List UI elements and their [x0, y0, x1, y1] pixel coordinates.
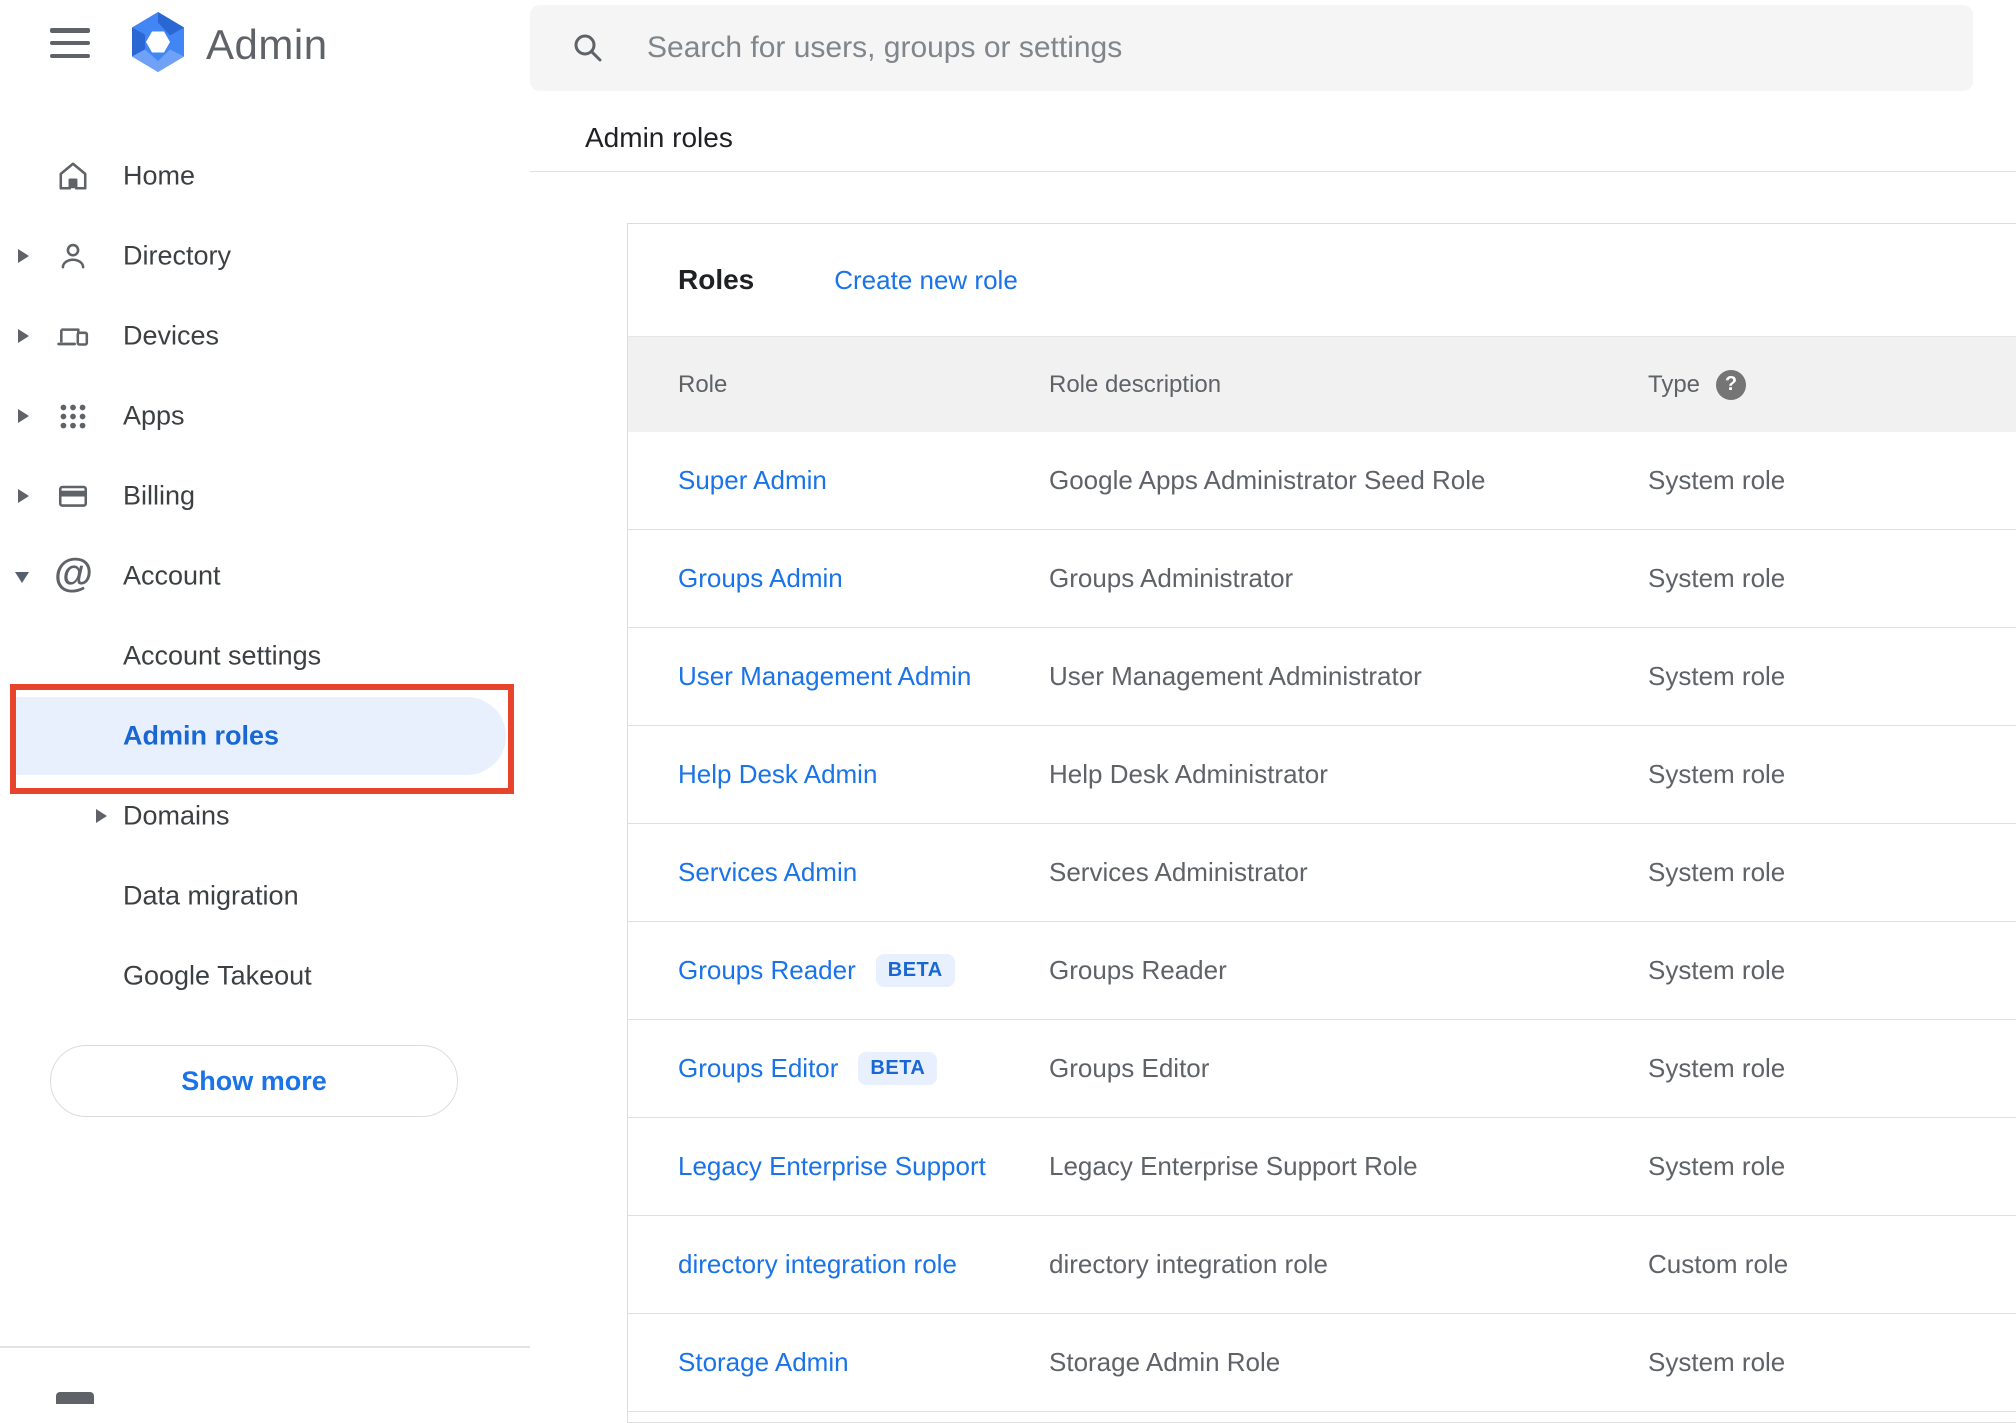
sidebar-item-label: Directory [123, 240, 232, 271]
chevron-right-icon[interactable] [18, 249, 29, 263]
search-input[interactable] [530, 5, 1973, 91]
table-row: Help Desk Admin Help Desk Administrator … [628, 726, 2016, 824]
sidebar-divider [0, 1346, 530, 1348]
sidebar-item-directory[interactable]: Directory [0, 216, 530, 296]
role-type: Custom role [1648, 1249, 1789, 1279]
sidebar-item-label: Account [123, 560, 221, 591]
table-row: Groups Admin Groups Administrator System… [628, 530, 2016, 628]
column-header-role: Role [678, 370, 728, 398]
role-description: Google Apps Administrator Seed Role [1049, 465, 1486, 495]
sidebar-item-label: Billing [123, 480, 196, 511]
role-description: Storage Admin Role [1049, 1347, 1281, 1377]
column-header-type-label: Type [1648, 370, 1701, 398]
sidebar-item-label: Home [123, 160, 196, 191]
role-link[interactable]: Legacy Enterprise Support [678, 1151, 986, 1182]
table-row: directory integration role directory int… [628, 1216, 2016, 1314]
role-description: Groups Reader [1049, 955, 1227, 985]
roles-title: Roles [678, 264, 755, 295]
table-row: Super Admin Google Apps Administrator Se… [628, 432, 2016, 530]
header-divider [530, 171, 2016, 172]
role-type: System role [1648, 759, 1786, 789]
chevron-right-icon[interactable] [18, 329, 29, 343]
roles-card: Roles Create new role Role Role descript… [627, 223, 2016, 1423]
create-new-role-link[interactable]: Create new role [834, 265, 1018, 296]
role-link[interactable]: Groups Editor [678, 1053, 838, 1084]
credit-card-icon [56, 479, 90, 513]
table-row: Storage Admin Storage Admin Role System … [628, 1314, 2016, 1412]
role-link[interactable]: Groups Reader [678, 955, 856, 986]
sidebar-item-label: Admin roles [123, 720, 280, 751]
role-description: Groups Editor [1049, 1053, 1210, 1083]
role-description: Groups Administrator [1049, 563, 1294, 593]
role-type: System role [1648, 465, 1786, 495]
role-link[interactable]: Help Desk Admin [678, 759, 877, 790]
table-row: User Management Admin User Management Ad… [628, 628, 2016, 726]
home-icon [56, 159, 90, 193]
admin-logo-icon [126, 10, 190, 74]
sidebar-item-account[interactable]: @ Account [0, 536, 530, 616]
sidebar-item-label: Data migration [123, 880, 299, 911]
chevron-right-icon[interactable] [96, 809, 107, 823]
person-icon [56, 239, 90, 273]
role-description: User Management Administrator [1049, 661, 1422, 691]
role-type: System role [1648, 955, 1786, 985]
sidebar-item-label: Devices [123, 320, 220, 351]
sidebar-item-domains[interactable]: Domains [0, 776, 530, 856]
sidebar-nav: Home Directory Devices Apps Billing @ Ac… [0, 136, 530, 1016]
sidebar-item-devices[interactable]: Devices [0, 296, 530, 376]
breadcrumb: Admin roles [585, 122, 733, 153]
role-description: Help Desk Administrator [1049, 759, 1328, 789]
search-bar [530, 5, 1973, 91]
clipped-bottom-icon [56, 1392, 94, 1404]
chevron-down-icon[interactable] [15, 572, 29, 583]
sidebar-item-google-takeout[interactable]: Google Takeout [0, 936, 530, 1016]
table-row: Services Admin Services Administrator Sy… [628, 824, 2016, 922]
sidebar-item-label: Domains [123, 800, 230, 831]
at-sign-icon: @ [54, 551, 94, 595]
role-link[interactable]: Groups Admin [678, 563, 843, 594]
show-more-button[interactable]: Show more [50, 1045, 458, 1117]
table-row: Groups Reader BETA Groups Reader System … [628, 922, 2016, 1020]
sidebar-item-apps[interactable]: Apps [0, 376, 530, 456]
role-link[interactable]: directory integration role [678, 1249, 957, 1280]
help-icon[interactable]: ? [1716, 369, 1747, 400]
sidebar-item-admin-roles[interactable]: Admin roles [0, 696, 530, 776]
table-header-row: Role Role description Type ? [628, 336, 2016, 432]
sidebar-item-home[interactable]: Home [0, 136, 530, 216]
column-header-type: Type ? [1648, 369, 2016, 400]
role-link[interactable]: Services Admin [678, 857, 857, 888]
role-type: System role [1648, 661, 1786, 691]
apps-grid-icon [56, 399, 90, 433]
role-link[interactable]: Storage Admin [678, 1347, 849, 1378]
role-description: directory integration role [1049, 1249, 1328, 1279]
column-header-description: Role description [1049, 370, 1222, 398]
role-type: System role [1648, 563, 1786, 593]
table-row: Legacy Enterprise Support Legacy Enterpr… [628, 1118, 2016, 1216]
role-description: Legacy Enterprise Support Role [1049, 1151, 1418, 1181]
beta-badge: BETA [875, 954, 955, 987]
table-row: Groups Editor BETA Groups Editor System … [628, 1020, 2016, 1118]
sidebar-item-label: Google Takeout [123, 960, 312, 991]
sidebar-item-label: Apps [123, 400, 185, 431]
role-type: System role [1648, 857, 1786, 887]
sidebar: Admin Home Directory Devices Apps Billin… [0, 0, 530, 1404]
beta-badge: BETA [858, 1052, 938, 1085]
role-type: System role [1648, 1053, 1786, 1083]
chevron-right-icon[interactable] [18, 409, 29, 423]
role-link[interactable]: Super Admin [678, 465, 827, 496]
role-link[interactable]: User Management Admin [678, 661, 971, 692]
role-type: System role [1648, 1347, 1786, 1377]
menu-hamburger-icon[interactable] [50, 28, 90, 58]
role-description: Services Administrator [1049, 857, 1308, 887]
role-type: System role [1648, 1151, 1786, 1181]
product-title: Admin [206, 21, 328, 68]
roles-card-header: Roles Create new role [628, 224, 2016, 336]
sidebar-item-data-migration[interactable]: Data migration [0, 856, 530, 936]
devices-icon [56, 319, 90, 353]
sidebar-item-account-settings[interactable]: Account settings [0, 616, 530, 696]
sidebar-item-label: Account settings [123, 640, 322, 671]
chevron-right-icon[interactable] [18, 489, 29, 503]
sidebar-item-billing[interactable]: Billing [0, 456, 530, 536]
